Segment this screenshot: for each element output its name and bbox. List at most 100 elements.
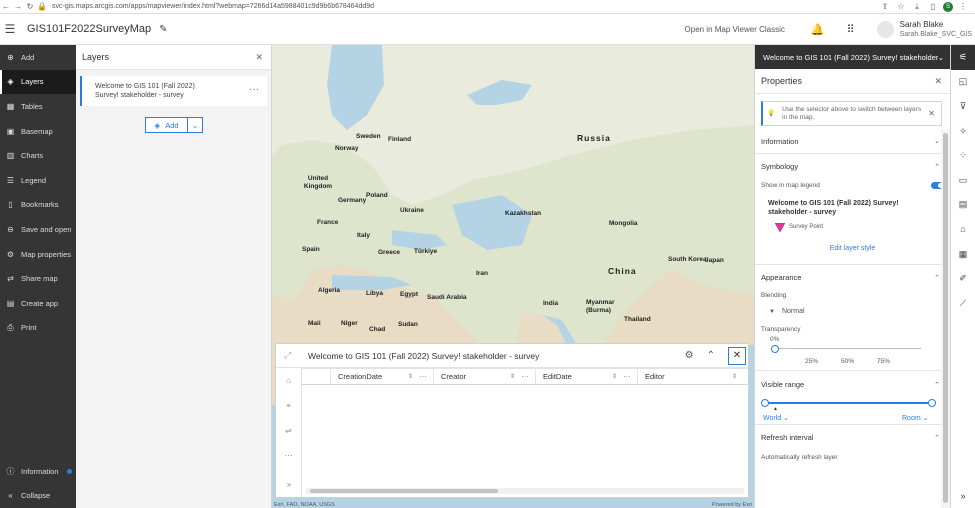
edit-title-icon[interactable]: ✎ xyxy=(159,24,167,35)
properties-tool-icon[interactable]: ⚟ xyxy=(951,45,975,70)
column-menu-icon[interactable]: ··· xyxy=(419,372,427,381)
map-label: Russia xyxy=(577,133,611,143)
user-menu[interactable]: Sarah Blake Sarah.Blake_SVC_GIS xyxy=(900,20,972,38)
share-icon[interactable]: ⇪ xyxy=(879,2,891,11)
app-launcher-icon[interactable]: ⠿ xyxy=(847,23,855,36)
labels-tool-icon[interactable]: ⌂ xyxy=(951,217,975,242)
column-header[interactable]: Editor ⇕ xyxy=(638,369,743,384)
column-menu-icon[interactable]: ··· xyxy=(623,372,631,381)
refresh-interval-section[interactable]: Refresh interval ⌃ xyxy=(755,425,950,450)
section-label: Information xyxy=(761,136,799,146)
add-layer-button[interactable]: ◈ Add ⌄ xyxy=(145,117,203,133)
forms-tool-icon[interactable]: ▦ xyxy=(951,242,975,267)
gear-icon[interactable]: ⚙ xyxy=(685,350,694,361)
nav-print[interactable]: ⎙ Print xyxy=(0,316,76,341)
nav-label: Layers xyxy=(21,77,44,87)
visible-range-section[interactable]: Visible range ⌃ xyxy=(755,372,950,397)
sort-icon[interactable]: ⇕ xyxy=(408,373,413,380)
user-avatar[interactable] xyxy=(876,20,894,38)
properties-scrollbar[interactable] xyxy=(941,129,950,508)
nav-legend[interactable]: ☰ Legend xyxy=(0,168,76,193)
symbology-section[interactable]: Symbology ⌃ xyxy=(755,154,950,179)
measure-tool-icon[interactable]: ⟋ xyxy=(951,291,975,316)
auto-refresh-row[interactable]: Automatically refresh layer xyxy=(755,452,950,462)
nav-save-open[interactable]: ⊖ Save and open xyxy=(0,217,76,242)
edit-layer-style-link[interactable]: Edit layer style xyxy=(755,245,950,265)
chevron-up-icon: ⌃ xyxy=(934,163,940,171)
column-header[interactable]: CreationDate ⇕ ··· xyxy=(331,369,434,384)
expand-right-icon[interactable]: » xyxy=(276,472,302,497)
sort-icon[interactable]: ⇕ xyxy=(612,373,617,380)
popups-tool-icon[interactable]: ▭ xyxy=(951,168,975,193)
more-options-icon[interactable]: ··· xyxy=(249,85,259,95)
column-header[interactable]: Creator ⇕ ··· xyxy=(434,369,536,384)
column-menu-icon[interactable]: ··· xyxy=(521,372,529,381)
chevrons-up-icon[interactable]: ⌃ xyxy=(707,350,715,361)
visible-range-slider[interactable]: ▲ World ⌄ Room ⌄ xyxy=(755,397,950,425)
range-min-handle[interactable] xyxy=(761,399,769,407)
nav-bookmarks[interactable]: ▯ Bookmarks xyxy=(0,193,76,218)
nav-map-properties[interactable]: ⚙ Map properties xyxy=(0,242,76,267)
home-icon[interactable]: ⌂ xyxy=(276,368,301,393)
nav-tables[interactable]: ▦ Tables xyxy=(0,94,76,119)
nav-basemap[interactable]: ▣ Basemap xyxy=(0,119,76,144)
nav-layers[interactable]: ◈ Layers xyxy=(0,69,76,95)
powered-by[interactable]: Powered by Esri xyxy=(712,502,752,508)
range-max-handle[interactable] xyxy=(928,399,936,407)
expand-icon[interactable]: ⤢ xyxy=(284,350,291,361)
forward-icon[interactable]: → xyxy=(12,2,24,11)
more-icon[interactable]: ⋯ xyxy=(276,443,301,468)
classic-viewer-link[interactable]: Open in Map Viewer Classic xyxy=(685,25,785,34)
select-column[interactable] xyxy=(302,369,331,384)
close-notice-icon[interactable]: ✕ xyxy=(928,109,935,118)
information-section[interactable]: Information ⌄ xyxy=(755,129,950,154)
clustering-tool-icon[interactable]: ⁘ xyxy=(951,143,975,168)
close-icon[interactable]: ✕ xyxy=(934,76,942,87)
scrollbar-thumb[interactable] xyxy=(310,489,498,493)
range-min-select[interactable]: World ⌄ xyxy=(763,414,789,422)
chevron-down-icon[interactable]: ⌄ xyxy=(188,118,202,132)
horizontal-scrollbar[interactable] xyxy=(306,488,744,494)
layer-item[interactable]: Welcome to GIS 101 (Fall 2022) Survey! s… xyxy=(80,76,267,106)
properties-header: Properties ✕ xyxy=(755,69,950,94)
menu-icon[interactable]: ⋮ xyxy=(957,2,969,11)
sidepanel-icon[interactable]: ▯ xyxy=(927,2,939,11)
sort-icon[interactable]: ⇕ xyxy=(510,373,515,380)
blending-select[interactable]: ▼ Normal xyxy=(755,301,950,322)
back-icon[interactable]: ← xyxy=(0,2,12,11)
styles-tool-icon[interactable]: ◱ xyxy=(951,70,975,95)
scrollbar-thumb[interactable] xyxy=(943,133,948,503)
appearance-section[interactable]: Appearance ⌃ xyxy=(755,265,950,290)
nav-information[interactable]: ⓘ Information xyxy=(0,459,76,484)
bell-icon[interactable]: 🔔 xyxy=(811,23,825,36)
transparency-slider[interactable]: 0% 25% 50% 75% xyxy=(755,335,950,371)
star-icon[interactable]: ☆ xyxy=(895,2,907,11)
effects-tool-icon[interactable]: ✧ xyxy=(951,119,975,144)
fields-tool-icon[interactable]: ▤ xyxy=(951,193,975,218)
share-icon: ⇄ xyxy=(7,274,14,284)
nav-create-app[interactable]: ▤ Create app xyxy=(0,291,76,316)
nav-add[interactable]: ⊕ Add xyxy=(0,45,76,70)
close-table-button[interactable]: ✕ xyxy=(728,346,746,365)
slider-handle[interactable] xyxy=(771,345,779,353)
column-header[interactable]: EditDate ⇕ ··· xyxy=(536,369,638,384)
sort-icon[interactable]: ⇕ xyxy=(732,373,737,380)
range-max-select[interactable]: Room ⌄ xyxy=(902,414,929,422)
transparency-label: Transparency xyxy=(761,326,801,333)
address-bar[interactable]: svc-gis.maps.arcgis.com/apps/mapviewer/i… xyxy=(52,3,879,10)
tag-icon[interactable]: ⌖ xyxy=(276,393,301,418)
expand-right-icon[interactable]: » xyxy=(951,483,975,508)
nav-share-map[interactable]: ⇄ Share map xyxy=(0,266,76,291)
nav-charts[interactable]: ▥ Charts xyxy=(0,143,76,168)
account-avatar[interactable]: S xyxy=(943,1,953,12)
hamburger-icon[interactable]: ☰ xyxy=(0,22,20,36)
close-icon[interactable]: ✕ xyxy=(255,52,263,63)
layer-selector[interactable]: Welcome to GIS 101 (Fall 2022) Survey! s… xyxy=(755,45,950,69)
nav-collapse[interactable]: « Collapse xyxy=(0,483,76,508)
map-label: France xyxy=(317,219,339,226)
filter-tool-icon[interactable]: ⊽ xyxy=(951,94,975,119)
reload-icon[interactable]: ↻ xyxy=(24,2,36,11)
download-icon[interactable]: ⤓ xyxy=(911,2,923,12)
sketch-tool-icon[interactable]: ✐ xyxy=(951,266,975,291)
filter-icon[interactable]: ⇌ xyxy=(276,418,301,443)
